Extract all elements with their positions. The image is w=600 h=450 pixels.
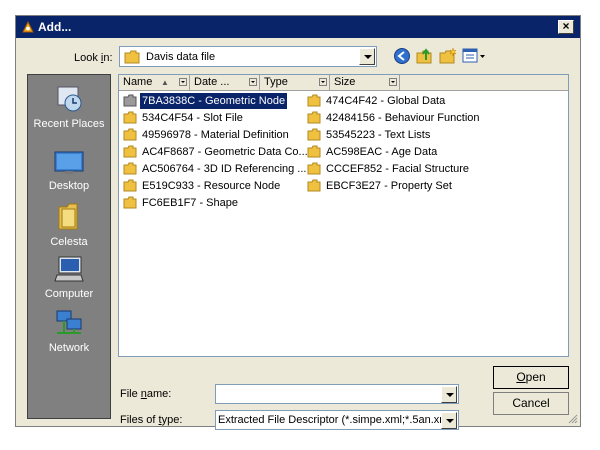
folder-icon bbox=[307, 111, 321, 124]
chevron-down-icon[interactable] bbox=[441, 412, 457, 429]
file-name-label: File name: bbox=[120, 388, 172, 400]
up-folder-icon[interactable] bbox=[416, 47, 434, 65]
place-recent-places[interactable]: Recent Places bbox=[28, 83, 110, 133]
folder-icon bbox=[307, 94, 321, 107]
file-type-label: Files of type: bbox=[120, 414, 183, 426]
column-dropdown-icon[interactable] bbox=[389, 78, 397, 86]
desktop-icon bbox=[54, 151, 84, 174]
place-label: Recent Places bbox=[33, 118, 105, 130]
folder-icon bbox=[123, 196, 137, 209]
column-dropdown-icon[interactable] bbox=[319, 78, 327, 86]
close-icon: × bbox=[562, 19, 570, 33]
folder-icon bbox=[123, 94, 137, 107]
file-item-label: AC506764 - 3D ID Referencing ... bbox=[142, 163, 307, 175]
network-icon bbox=[56, 310, 82, 334]
column-header-size[interactable]: Size bbox=[330, 75, 400, 91]
resize-grip-icon[interactable] bbox=[568, 414, 578, 424]
place-computer[interactable]: Computer bbox=[28, 253, 110, 303]
file-item-label: 49596978 - Material Definition bbox=[142, 129, 289, 141]
file-type-value: Extracted File Descriptor (*.simpe.xml;*… bbox=[218, 414, 454, 426]
chevron-down-icon[interactable] bbox=[441, 386, 457, 403]
file-item-label: 474C4F42 - Global Data bbox=[326, 95, 446, 107]
file-item-label: EBCF3E27 - Property Set bbox=[326, 180, 452, 192]
file-item-label: 7BA3838C - Geometric Node bbox=[140, 93, 288, 109]
folder-icon bbox=[307, 145, 321, 158]
file-name-input[interactable] bbox=[215, 384, 459, 404]
add-dialog: Add... × Look in: Davis data file Recent… bbox=[15, 15, 581, 430]
title-bar[interactable]: Add... × bbox=[16, 16, 580, 38]
place-network[interactable]: Network bbox=[28, 307, 110, 357]
column-header-name[interactable]: Name ▲ bbox=[119, 75, 190, 91]
file-item-label: 42484156 - Behaviour Function bbox=[326, 112, 480, 124]
recent-places-icon bbox=[57, 86, 82, 112]
back-icon[interactable] bbox=[393, 47, 411, 65]
file-item-label: 534C4F54 - Slot File bbox=[142, 112, 243, 124]
column-label: Type bbox=[264, 76, 288, 88]
new-folder-icon[interactable] bbox=[439, 47, 457, 65]
column-header-date[interactable]: Date ... bbox=[190, 75, 260, 91]
folder-icon bbox=[123, 111, 137, 124]
place-desktop[interactable]: Desktop bbox=[28, 149, 110, 199]
computer-icon bbox=[54, 256, 84, 282]
cancel-button[interactable]: Cancel bbox=[493, 392, 569, 415]
file-item-label: E519C933 - Resource Node bbox=[142, 180, 281, 192]
folder-icon bbox=[307, 179, 321, 192]
close-button[interactable]: × bbox=[558, 20, 574, 34]
column-label: Date ... bbox=[194, 76, 230, 88]
folder-icon bbox=[123, 179, 137, 192]
column-dropdown-icon[interactable] bbox=[179, 78, 187, 86]
place-celesta[interactable]: Celesta bbox=[28, 201, 110, 251]
folder-icon bbox=[123, 145, 137, 158]
folder-icon bbox=[307, 128, 321, 141]
places-bar: Recent Places Desktop Celesta Computer N… bbox=[27, 74, 111, 419]
place-label: Network bbox=[48, 342, 90, 354]
column-dropdown-icon[interactable] bbox=[249, 78, 257, 86]
column-label: Size bbox=[334, 76, 356, 88]
place-label: Celesta bbox=[50, 236, 88, 248]
sort-asc-icon: ▲ bbox=[161, 78, 169, 87]
folder-icon bbox=[124, 50, 140, 64]
column-label: Name bbox=[123, 76, 153, 88]
look-in-label: Look in: bbox=[74, 52, 113, 64]
look-in-value: Davis data file bbox=[146, 51, 216, 63]
file-item-label: 53545223 - Text Lists bbox=[326, 129, 431, 141]
column-header-type[interactable]: Type bbox=[260, 75, 330, 91]
look-in-dropdown[interactable]: Davis data file bbox=[119, 46, 377, 67]
view-menu-icon[interactable] bbox=[462, 47, 486, 65]
app-icon bbox=[22, 20, 34, 33]
file-type-dropdown[interactable]: Extracted File Descriptor (*.simpe.xml;*… bbox=[215, 410, 459, 430]
file-item-label: AC4F8687 - Geometric Data Co... bbox=[142, 146, 308, 158]
place-label: Desktop bbox=[48, 180, 90, 192]
file-item-label: CCCEF852 - Facial Structure bbox=[326, 163, 470, 175]
file-item-label: AC598EAC - Age Data bbox=[326, 146, 438, 158]
column-header-blank bbox=[400, 75, 568, 91]
window-title: Add... bbox=[38, 20, 72, 34]
file-list[interactable]: Name ▲ Date ... Type Size 7BA3838C - Geo… bbox=[118, 74, 569, 357]
folder-icon bbox=[123, 162, 137, 175]
user-folder-icon bbox=[58, 203, 78, 230]
folder-icon bbox=[123, 128, 137, 141]
place-label: Computer bbox=[44, 288, 94, 300]
file-item-label: FC6EB1F7 - Shape bbox=[142, 197, 238, 209]
folder-icon bbox=[307, 162, 321, 175]
chevron-down-icon[interactable] bbox=[359, 48, 375, 65]
open-button[interactable]: Open bbox=[493, 366, 569, 389]
